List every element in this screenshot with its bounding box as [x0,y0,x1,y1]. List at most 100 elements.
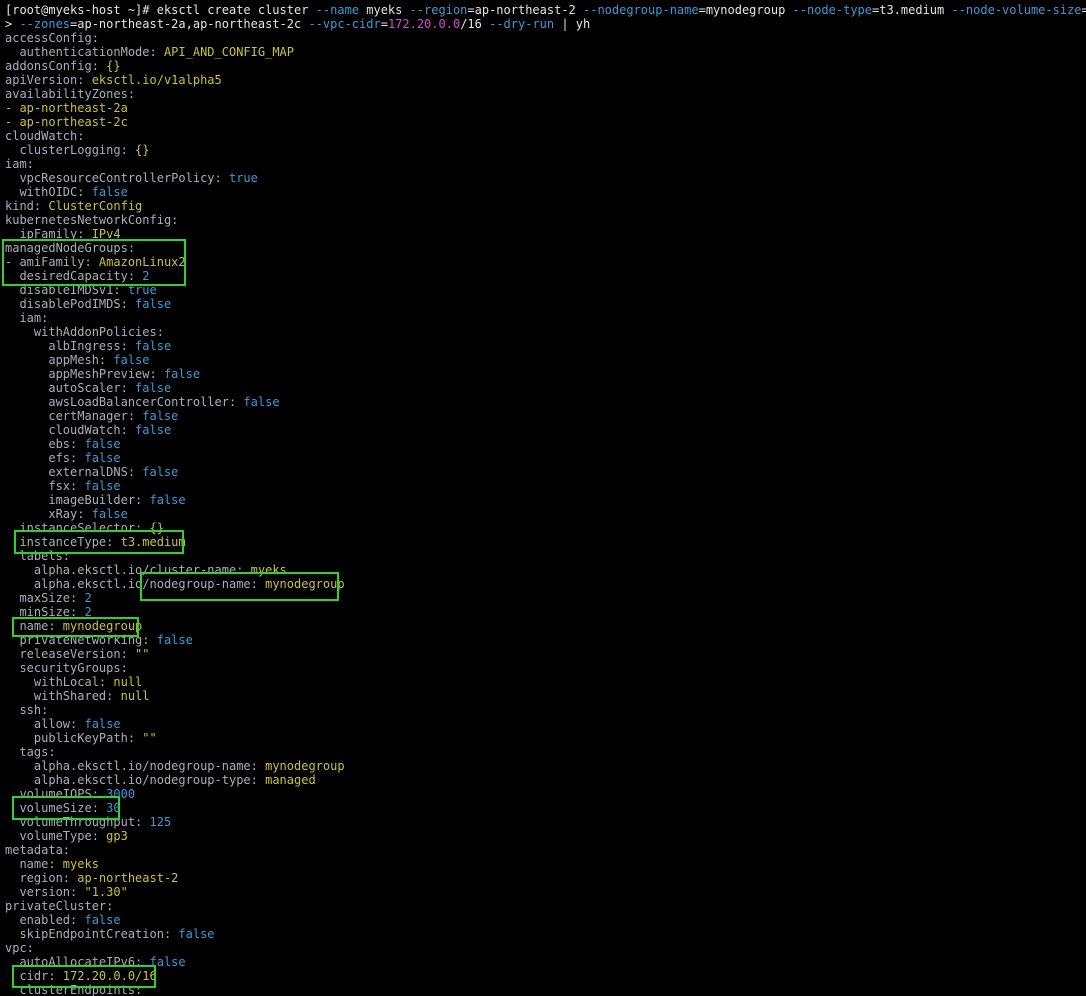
terminal-text: false [163,367,201,381]
terminal-text: myeks [359,3,410,17]
terminal-line: allow: false [5,717,121,731]
terminal-text: false [142,465,179,479]
terminal-line: volumeType: gp3 [5,829,128,843]
terminal-text: > [5,17,20,31]
terminal-line: enabled: false [5,913,120,927]
terminal-line: cloudWatch: false [5,423,171,437]
terminal-text: | yh [554,17,591,31]
terminal-text: false [156,633,193,647]
terminal-text: = [380,17,388,31]
terminal-text: alpha.eksctl.io/nodegroup-name: [5,759,266,773]
terminal-text: =t3.medium [872,3,952,17]
terminal-line: vpcResourceControllerPolicy: true [5,171,258,185]
terminal-text: gp3 [106,829,128,843]
terminal-text: false [243,395,280,409]
terminal-text: securityGroups: [5,661,128,675]
terminal-line: ssh: [5,703,48,717]
terminal-text: availabilityZones: [5,87,136,101]
terminal-text: null [120,689,150,703]
terminal-text: managed [265,773,316,787]
terminal-line: iam: [5,311,48,325]
terminal-text: ssh: [5,703,49,717]
terminal-text: API_AND_CONFIG_MAP [163,45,294,59]
terminal-line: imageBuilder: false [5,493,185,507]
terminal-text: 125 [149,815,172,829]
terminal-text: apiVersion: [5,73,92,87]
terminal-text: metadata: [5,843,71,857]
terminal-line: metadata: [5,843,70,857]
terminal-text: false [135,297,172,311]
terminal-line: withLocal: null [5,675,142,689]
terminal-text: {} [135,143,150,157]
terminal-text: region: [5,871,78,885]
terminal-text: "1.30" [84,885,128,899]
terminal-line: kind: ClusterConfig [5,199,142,213]
terminal-text: false [178,927,215,941]
terminal-text: =ap-northeast-2 [467,3,583,17]
terminal-text: --node-type [792,3,872,17]
terminal-line: maxSize: 2 [5,591,91,605]
terminal-text: clusterLogging: [5,143,136,157]
terminal-text: =30 \ [1081,3,1086,17]
terminal-text: false [113,353,150,367]
terminal-text: vpc: [5,941,34,955]
terminal-text: kind: [5,199,49,213]
terminal-text: name: [5,857,63,871]
terminal-window[interactable]: [root@myeks-host ~]# eksctl create clust… [0,0,1086,996]
terminal-text: false [135,423,172,437]
terminal-text: - ap-northeast-2a [5,101,128,115]
terminal-text: false [84,717,121,731]
terminal-line: appMesh: false [5,353,150,367]
terminal-line: appMeshPreview: false [5,367,200,381]
terminal-text: /16 [460,17,490,31]
terminal-text: certManager: [5,409,143,423]
terminal-line: publicKeyPath: "" [5,731,157,745]
terminal-text: ClusterConfig [48,199,143,213]
terminal-text: myeks [62,857,99,871]
terminal-line: skipEndpointCreation: false [5,927,215,941]
terminal-line: efs: false [5,451,120,465]
terminal-text: --region [409,3,468,17]
terminal-line: tags: [5,745,55,759]
terminal-text: authenticationMode: [5,45,164,59]
highlight-box-nodegroup-name-label [140,572,339,601]
terminal-text: releaseVersion: [5,647,136,661]
terminal-text: appMeshPreview: [5,367,164,381]
terminal-text: imageBuilder: [5,493,150,507]
terminal-text: true [228,171,258,185]
terminal-text: --node-volume-size [951,3,1082,17]
terminal-line: releaseVersion: "" [5,647,149,661]
terminal-text: skipEndpointCreation: [5,927,179,941]
terminal-text: false [135,381,172,395]
terminal-line: albIngress: false [5,339,171,353]
terminal-text: {} [106,59,121,73]
terminal-text: allow: [5,717,85,731]
terminal-line: alpha.eksctl.io/nodegroup-name: mynodegr… [5,759,345,773]
terminal-text: =mynodegroup [698,3,793,17]
terminal-line: authenticationMode: API_AND_CONFIG_MAP [5,45,294,59]
highlight-box-name [12,617,139,637]
terminal-line: ebs: false [5,437,120,451]
terminal-text: maxSize: [5,591,85,605]
terminal-text: 172.20.0.0 [387,17,461,31]
terminal-text: null [113,675,143,689]
terminal-text: --nodegroup-name [583,3,699,17]
terminal-text: false [91,185,128,199]
terminal-line: addonsConfig: {} [5,59,121,73]
terminal-text: --dry-run [489,17,555,31]
terminal-line: availabilityZones: [5,87,135,101]
terminal-text: mynodegroup [265,759,345,773]
terminal-line: privateCluster: [5,899,113,913]
terminal-text: false [142,409,179,423]
terminal-text: --vpc-cidr [308,17,381,31]
terminal-text: xRay: [5,507,92,521]
terminal-text: disablePodIMDS: [5,297,136,311]
terminal-text: albIngress: [5,339,136,353]
terminal-line: > --zones=ap-northeast-2a,ap-northeast-2… [5,17,590,31]
terminal-text: cloudWatch: [5,423,136,437]
terminal-line: [root@myeks-host ~]# eksctl create clust… [5,3,1086,17]
highlight-box-cidr [12,965,156,988]
terminal-text: enabled: [5,913,85,927]
terminal-line: apiVersion: eksctl.io/v1alpha5 [5,73,222,87]
terminal-line: securityGroups: [5,661,128,675]
